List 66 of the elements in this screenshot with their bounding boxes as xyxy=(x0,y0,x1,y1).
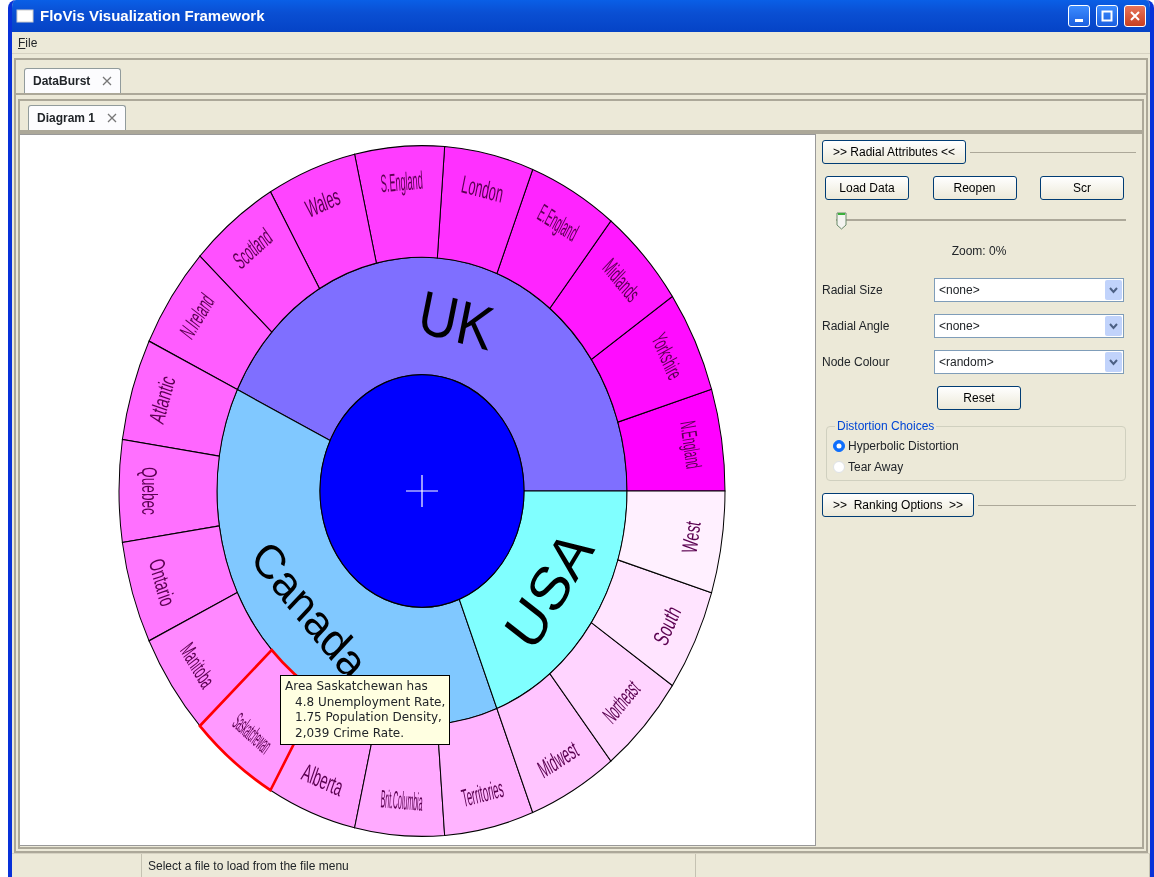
push-button[interactable]: Scr xyxy=(1040,176,1124,200)
radio-label[interactable]: Tear Away xyxy=(848,458,904,476)
segment-label: South xyxy=(648,601,686,650)
push-button[interactable]: Reopen xyxy=(932,176,1017,200)
status-text: Select a file to load from the file menu xyxy=(148,857,349,875)
ring-segment[interactable] xyxy=(617,490,726,594)
tab-label[interactable]: Diagram 1 xyxy=(37,109,96,127)
field-label: Radial Size xyxy=(822,282,884,299)
segment-label: E.England xyxy=(533,198,583,247)
close-button[interactable] xyxy=(1124,5,1146,27)
minimize-icon xyxy=(1075,18,1083,22)
dropdown[interactable]: <none> xyxy=(934,278,1124,302)
segment-label: Yorkshire xyxy=(646,328,688,385)
segment-label: Atlantic xyxy=(144,372,180,427)
segment-label: UK xyxy=(412,277,500,364)
zoom-label: Zoom: 0% xyxy=(951,244,1007,258)
close-icon[interactable] xyxy=(102,76,113,86)
dropdown[interactable]: <random> xyxy=(934,350,1124,374)
field-label: Node Colour xyxy=(822,354,891,371)
close-icon xyxy=(1129,10,1141,22)
ring-segment[interactable] xyxy=(121,340,238,457)
segment-label: N.England xyxy=(675,418,707,471)
field-label: Radial Angle xyxy=(822,318,891,335)
tooltip-text: 4.8 Unemployment Rate, xyxy=(294,694,446,711)
tab[interactable]: DataBurst xyxy=(24,68,122,93)
toggle-button[interactable]: >> Ranking Options >> xyxy=(822,493,975,517)
segment-label: London xyxy=(459,169,506,208)
chevron-down-icon[interactable] xyxy=(1105,352,1122,372)
segment-label: S.England xyxy=(379,166,424,198)
radio-button[interactable] xyxy=(833,440,845,452)
ring-segment[interactable] xyxy=(617,388,726,492)
ring-segment[interactable] xyxy=(436,146,534,274)
segment-label: Wales xyxy=(301,182,344,223)
minimize-button[interactable] xyxy=(1068,5,1090,27)
segment-label: Territories xyxy=(459,774,506,813)
segment-label: Alberta xyxy=(298,758,347,802)
segment-label: Quebec xyxy=(137,467,163,515)
maximize-icon xyxy=(1101,10,1113,22)
dropdown[interactable]: <none> xyxy=(934,314,1124,338)
segment-label: West xyxy=(676,519,706,556)
ring-segment[interactable] xyxy=(118,439,220,543)
tab-label[interactable]: DataBurst xyxy=(33,72,91,90)
ring-segment[interactable] xyxy=(121,525,238,642)
chevron-down-icon[interactable] xyxy=(1105,316,1122,336)
chevron-down-icon[interactable] xyxy=(1105,280,1122,300)
push-button[interactable]: Load Data xyxy=(825,176,909,200)
window-title: FloVis Visualization Framework xyxy=(40,5,265,26)
slider-thumb[interactable] xyxy=(836,211,847,229)
menu-item[interactable]: File xyxy=(18,33,38,52)
reset-button[interactable]: Reset xyxy=(937,386,1021,410)
tab[interactable]: Diagram 1 xyxy=(28,105,127,130)
close-icon[interactable] xyxy=(107,113,118,123)
radio-label[interactable]: Hyperbolic Distortion xyxy=(848,437,959,455)
segment-label: Scotland xyxy=(228,222,277,275)
segment-label: Midwest xyxy=(533,735,583,784)
segment-label: Brit.Columbia xyxy=(379,784,424,817)
tooltip-text: 1.75 Population Density, xyxy=(294,710,443,726)
window-icon xyxy=(16,9,34,23)
tooltip-text: 2,039 Crime Rate. xyxy=(294,725,406,742)
ring-segment[interactable] xyxy=(354,145,446,264)
group-title: Distortion Choices xyxy=(836,420,936,432)
tooltip-text: Area Saskatchewan has xyxy=(285,679,429,695)
toggle-button[interactable]: >> Radial Attributes << xyxy=(822,140,967,164)
crosshair-icon xyxy=(405,474,439,508)
segment-label: Ontario xyxy=(144,555,180,610)
maximize-button[interactable] xyxy=(1096,5,1118,27)
